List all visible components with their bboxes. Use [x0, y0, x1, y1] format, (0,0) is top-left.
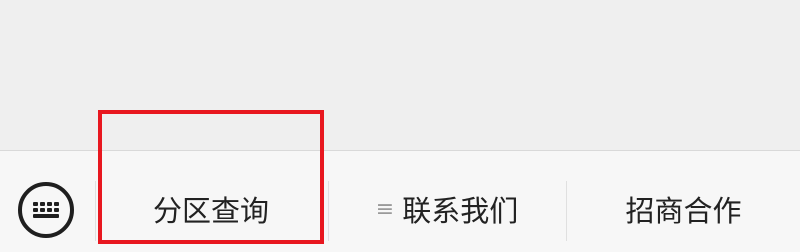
keyboard-toggle-button[interactable] [18, 182, 74, 238]
menu-item-label: 联系我们 [402, 194, 519, 228]
content-area [0, 0, 800, 150]
bottom-menu-bar: 分区查询 ≡ 联系我们 招商合作 [0, 150, 800, 252]
menu-item-zone-query[interactable]: 分区查询 [96, 177, 326, 241]
menu-item-label: 分区查询 [152, 194, 269, 228]
menu-item-business-cooperation[interactable]: 招商合作 [567, 177, 800, 241]
menu-item-label: 招商合作 [625, 194, 742, 228]
screen: 分区查询 ≡ 联系我们 招商合作 [0, 0, 800, 252]
list-icon: ≡ [375, 196, 395, 222]
keyboard-icon [33, 202, 59, 218]
menu-item-contact-us[interactable]: ≡ 联系我们 [329, 177, 565, 241]
